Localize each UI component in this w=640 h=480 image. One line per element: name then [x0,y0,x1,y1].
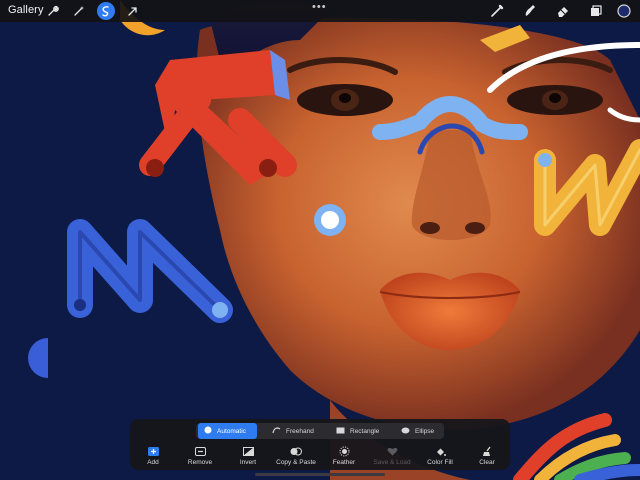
invert-button[interactable]: Invert [222,446,274,468]
ellipse-icon [401,427,410,436]
gallery-button[interactable]: Gallery [8,4,44,16]
layers-icon[interactable] [586,1,606,21]
add-button[interactable]: Add [127,446,179,468]
transform-arrow-icon[interactable] [123,1,143,21]
selection-icon[interactable] [96,1,116,21]
copy-paste-label: Copy & Paste [276,459,316,466]
magic-wand-icon[interactable] [69,1,89,21]
mode-rectangle[interactable]: Rectangle [336,423,379,439]
clear-button[interactable]: Clear [461,446,513,468]
feather-label: Feather [332,459,356,466]
mode-rectangle-label: Rectangle [350,427,380,435]
feather-icon [318,446,370,457]
add-label: Add [147,459,159,466]
color-fill-icon [414,446,466,457]
mode-ellipse[interactable]: Ellipse [401,423,434,439]
add-icon [127,446,179,457]
save-load-button[interactable]: Save & Load [366,446,418,468]
smudge-icon[interactable] [520,1,540,21]
freehand-icon [272,426,281,436]
brush-icon[interactable] [487,1,507,21]
save-load-icon [366,446,418,457]
color-fill-label: Color Fill [427,459,453,466]
color-fill-button[interactable]: Color Fill [414,446,466,468]
artwork-canvas[interactable] [0,0,640,480]
automatic-icon [204,426,212,436]
clear-label: Clear [479,459,495,466]
invert-icon [222,446,274,457]
remove-label: Remove [187,459,213,466]
invert-label: Invert [239,459,257,466]
mode-automatic-label: Automatic [217,427,246,435]
copy-paste-icon [270,446,322,457]
selection-mode-segmented-control: Automatic Freehand Rectangle Ellipse [196,423,444,439]
more-menu-dots[interactable]: ••• [312,1,327,13]
remove-button[interactable]: Remove [174,446,226,468]
rectangle-icon [336,427,345,436]
mode-freehand-label: Freehand [286,427,314,435]
color-swatch-icon[interactable] [614,1,634,21]
copy-paste-button[interactable]: Copy & Paste [270,446,322,468]
home-indicator [255,473,385,476]
mode-freehand[interactable]: Freehand [272,423,314,439]
mode-automatic[interactable]: Automatic [198,423,257,439]
wrench-icon[interactable] [43,1,63,21]
top-toolbar: Gallery ••• [0,0,640,22]
save-load-label: Save & Load [373,459,411,466]
feather-button[interactable]: Feather [318,446,370,468]
eraser-icon[interactable] [553,1,573,21]
clear-icon [461,446,513,457]
mode-ellipse-label: Ellipse [415,427,435,435]
remove-icon [174,446,226,457]
